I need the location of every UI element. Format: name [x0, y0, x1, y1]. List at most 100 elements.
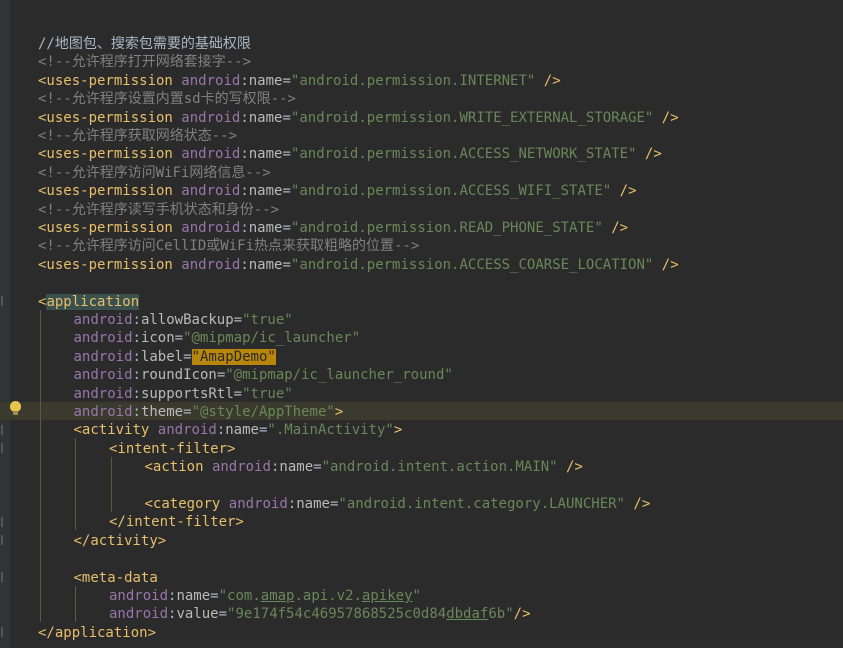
- code-token-val: "android.permission.READ_PHONE_STATE": [290, 220, 603, 236]
- fold-marker[interactable]: [1, 517, 3, 527]
- code-token-punc: =: [216, 367, 226, 384]
- code-token-punc: =: [282, 220, 291, 236]
- code-token-val: "android.permission.INTERNET": [290, 72, 536, 89]
- indent-guide-activity: [75, 438, 76, 530]
- code-token-punc: =: [183, 404, 192, 420]
- code-line[interactable]: <category android:name="android.intent.c…: [145, 495, 651, 513]
- code-line[interactable]: android:roundIcon="@mipmap/ic_launcher_r…: [74, 366, 453, 384]
- code-token-comment: <!--允许程序访问CellID或WiFi热点来获取粗略的位置-->: [38, 238, 420, 255]
- fold-marker[interactable]: [1, 535, 3, 545]
- code-token-attr: name: [248, 72, 283, 89]
- code-token-tag: />: [513, 606, 531, 623]
- code-line[interactable]: android:icon="@mipmap/ic_launcher": [74, 329, 361, 347]
- code-token-punc: :: [240, 109, 249, 126]
- code-token-val: ".MainActivity": [267, 422, 394, 439]
- code-token-tag: <uses-permission: [38, 220, 173, 236]
- code-token-punc: :: [132, 367, 141, 384]
- code-line[interactable]: android:theme="@style/AppTheme">: [74, 403, 344, 421]
- code-line[interactable]: android:name="com.amap.api.v2.apikey": [109, 587, 421, 605]
- code-token-punc: :: [132, 385, 141, 402]
- editor-gutter[interactable]: [0, 0, 10, 648]
- code-token-val: "android.permission.ACCESS_NETWORK_STATE…: [290, 146, 637, 163]
- code-token-ns: android: [109, 606, 169, 623]
- code-token-punc: =: [282, 109, 291, 126]
- code-token-ns: android: [157, 422, 217, 439]
- code-token-punc: =: [210, 588, 219, 604]
- code-token-tag: <category: [144, 496, 221, 512]
- code-line[interactable]: <uses-permission android:name="android.p…: [38, 72, 561, 90]
- code-line[interactable]: <!--允许程序访问WiFi网络信息-->: [38, 164, 271, 182]
- code-line[interactable]: <!--允许程序打开网络套接字-->: [38, 53, 251, 71]
- code-token-tag: />: [543, 72, 561, 89]
- code-token-punc: :: [216, 422, 226, 439]
- code-token-val: "@style/AppTheme": [191, 404, 335, 420]
- code-token-tag: <action: [144, 459, 204, 476]
- code-line[interactable]: <application: [38, 293, 140, 311]
- code-token-punc: :: [240, 72, 249, 89]
- code-line[interactable]: <!--允许程序设置内置sd卡的写权限-->: [38, 90, 296, 108]
- code-token-val: "android.intent.action.MAIN": [321, 459, 558, 476]
- code-line[interactable]: <!--允许程序获取网络状态-->: [38, 127, 237, 145]
- code-token-attr: theme: [140, 404, 184, 420]
- code-token-comment: <!--允许程序读写手机状态和身份-->: [38, 201, 280, 218]
- code-line[interactable]: </intent-filter>: [109, 513, 244, 531]
- code-token-tag: <uses-permission: [38, 146, 173, 163]
- code-token-valu: dbdaf: [446, 606, 489, 623]
- code-line[interactable]: </application>: [38, 624, 156, 642]
- code-token-comment: <!--允许程序获取网络状态-->: [38, 128, 238, 144]
- code-line[interactable]: android:allowBackup="true": [74, 311, 293, 329]
- code-token-val: "@mipmap/ic_launcher": [183, 330, 361, 347]
- code-line[interactable]: </activity>: [74, 532, 167, 550]
- fold-marker[interactable]: [1, 572, 3, 582]
- code-line[interactable]: <intent-filter>: [109, 440, 235, 458]
- code-line[interactable]: android:supportsRtl="true": [74, 385, 293, 403]
- code-token-tag: />: [611, 220, 629, 236]
- lightbulb-intention-icon[interactable]: [10, 401, 21, 415]
- code-token-match: application: [46, 293, 140, 310]
- code-token-val: "true": [242, 312, 293, 328]
- fold-marker[interactable]: [1, 627, 3, 637]
- code-token-punc: :: [132, 330, 141, 347]
- code-token-ns: android: [181, 256, 241, 273]
- code-line[interactable]: <uses-permission android:name="android.p…: [38, 219, 628, 237]
- code-line[interactable]: //地图包、搜索包需要的基础权限: [38, 35, 251, 53]
- code-line[interactable]: <meta-data: [74, 569, 158, 587]
- code-token-attr: name: [248, 183, 283, 200]
- code-token-attr: name: [248, 109, 283, 126]
- code-line[interactable]: <uses-permission android:name="android.p…: [38, 145, 662, 163]
- code-token-punc: :: [287, 496, 297, 512]
- fold-marker[interactable]: [1, 296, 3, 306]
- code-line[interactable]: <!--允许程序访问CellID或WiFi热点来获取粗略的位置-->: [38, 237, 419, 255]
- code-token-punc: :: [132, 348, 141, 365]
- code-line[interactable]: android:value="9e174f54c46957868525c0d84…: [109, 605, 531, 623]
- code-line[interactable]: android:label="AmapDemo": [74, 348, 276, 366]
- code-token-plain: //地图包、搜索包需要的基础权限: [38, 36, 251, 52]
- code-editor[interactable]: //地图包、搜索包需要的基础权限 <!--允许程序打开网络套接字--> <uses-…: [0, 0, 843, 648]
- indent-guide-meta-data: [75, 586, 76, 622]
- code-token-valu: amap: [260, 588, 295, 604]
- code-token-val: "9e174f54c46957868525c0d84: [227, 606, 447, 623]
- fold-marker[interactable]: [1, 443, 3, 453]
- code-token-punc: =: [282, 256, 291, 273]
- code-token-val: 6b": [488, 606, 514, 623]
- code-line[interactable]: <action android:name="android.intent.act…: [145, 458, 583, 476]
- code-token-attr: roundIcon: [140, 367, 217, 384]
- code-line[interactable]: <uses-permission android:name="android.p…: [38, 109, 679, 127]
- code-token-val: .api.v2.: [294, 588, 362, 604]
- code-token-tag: />: [661, 109, 679, 126]
- code-line[interactable]: <!--允许程序读写手机状态和身份-->: [38, 201, 279, 219]
- code-token-attr: name: [248, 256, 283, 273]
- code-token-ns: android: [228, 496, 288, 512]
- code-line[interactable]: <uses-permission android:name="android.p…: [38, 256, 679, 274]
- code-line[interactable]: <activity android:name=".MainActivity">: [74, 421, 403, 439]
- code-token-punc: :: [240, 220, 249, 236]
- code-line[interactable]: <uses-permission android:name="android.p…: [38, 182, 637, 200]
- fold-marker[interactable]: [1, 425, 3, 435]
- code-token-val: "android.permission.ACCESS_COARSE_LOCATI…: [290, 256, 654, 273]
- code-token-ns: android: [181, 146, 241, 163]
- code-token-val: ": [412, 588, 421, 604]
